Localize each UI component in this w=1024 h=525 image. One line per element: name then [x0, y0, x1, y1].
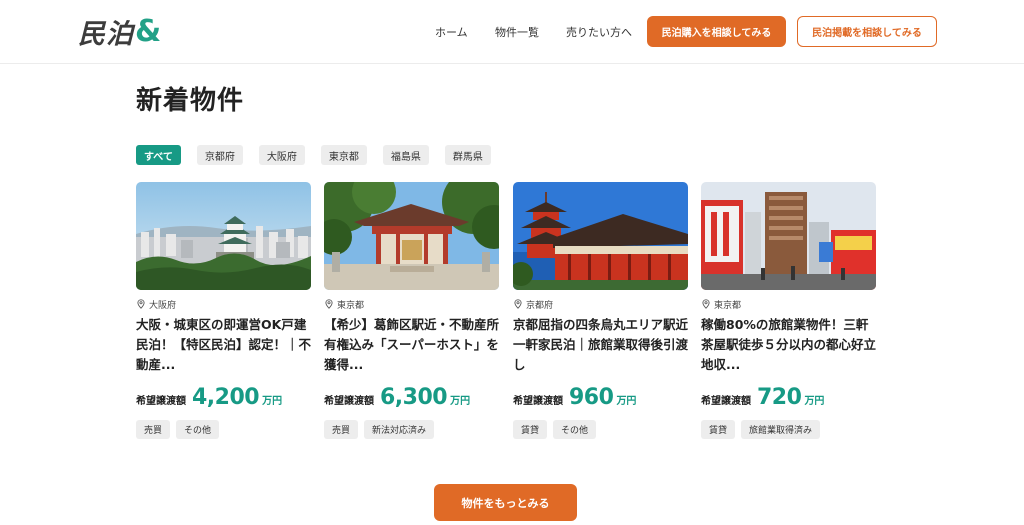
location-text: 東京都	[714, 300, 742, 311]
consult-listing-button[interactable]: 民泊掲載を相談してみる	[797, 16, 937, 47]
tag: 売買	[324, 420, 359, 439]
filter-kyoto[interactable]: 京都府	[196, 145, 243, 165]
shrine-photo	[324, 182, 499, 290]
listing-photo[interactable]	[513, 182, 688, 290]
price-value: 4,200	[192, 385, 260, 410]
listing-tags: 賃貸 その他	[513, 420, 688, 439]
nav-listings[interactable]: 物件一覧	[495, 24, 539, 40]
listing-tags: 売買 その他	[136, 420, 311, 439]
tag: 旅館業取得済み	[741, 420, 821, 439]
listing-card[interactable]: 東京都 【希少】葛飾区駅近・不動産所有権込み「スーパーホスト」を獲得... 希望…	[324, 182, 499, 439]
listing-location: 東京都	[701, 298, 876, 311]
price-label: 希望譲渡額	[324, 396, 374, 407]
price-label: 希望譲渡額	[136, 396, 186, 407]
map-pin-icon	[137, 299, 145, 309]
listing-location: 京都府	[513, 298, 688, 311]
listing-title[interactable]: 稼働80%の旅館業物件！三軒茶屋駅徒歩５分以内の都心好立地収...	[701, 315, 876, 375]
osaka-castle-photo	[136, 182, 311, 290]
price-row: 希望譲渡額 4,200 万円	[136, 385, 311, 411]
listing-card[interactable]: 大阪府 大阪・城東区の即運営OK戸建民泊！【特区民泊】認定！｜不動産... 希望…	[136, 182, 311, 439]
listing-card[interactable]: 東京都 稼働80%の旅館業物件！三軒茶屋駅徒歩５分以内の都心好立地収... 希望…	[701, 182, 876, 439]
listing-title[interactable]: 大阪・城東区の即運営OK戸建民泊！【特区民泊】認定！｜不動産...	[136, 315, 311, 375]
listing-photo[interactable]	[701, 182, 876, 290]
filter-osaka[interactable]: 大阪府	[258, 145, 305, 165]
listing-location: 大阪府	[136, 298, 311, 311]
street-photo	[701, 182, 876, 290]
price-value: 960	[569, 385, 614, 410]
logo[interactable]: 民泊 &	[78, 13, 163, 50]
listing-title[interactable]: 【希少】葛飾区駅近・不動産所有権込み「スーパーホスト」を獲得...	[324, 315, 499, 375]
listing-title[interactable]: 京都屈指の四条烏丸エリア駅近一軒家民泊｜旅館業取得後引渡し	[513, 315, 688, 375]
price-unit: 万円	[262, 396, 283, 407]
location-text: 東京都	[337, 300, 365, 311]
see-more-button[interactable]: 物件をもっとみる	[434, 484, 577, 521]
filter-chips: すべて 京都府 大阪府 東京都 福島県 群馬県	[136, 145, 507, 165]
tag: 新法対応済み	[364, 420, 435, 439]
map-pin-icon	[702, 299, 710, 309]
price-label: 希望譲渡額	[701, 396, 751, 407]
price-row: 希望譲渡額 720 万円	[701, 385, 876, 411]
listing-photo[interactable]	[324, 182, 499, 290]
location-text: 大阪府	[149, 300, 177, 311]
price-unit: 万円	[450, 396, 471, 407]
tag: その他	[176, 420, 220, 439]
kyoto-pagoda-photo	[513, 182, 688, 290]
price-row: 希望譲渡額 6,300 万円	[324, 385, 499, 411]
price-row: 希望譲渡額 960 万円	[513, 385, 688, 411]
tag: 賃貸	[513, 420, 548, 439]
listing-card[interactable]: 京都府 京都屈指の四条烏丸エリア駅近一軒家民泊｜旅館業取得後引渡し 希望譲渡額 …	[513, 182, 688, 439]
tag: 賃貸	[701, 420, 736, 439]
map-pin-icon	[514, 299, 522, 309]
price-value: 720	[757, 385, 802, 410]
tag: 売買	[136, 420, 171, 439]
nav-home[interactable]: ホーム	[435, 24, 468, 40]
price-value: 6,300	[380, 385, 448, 410]
listing-location: 東京都	[324, 298, 499, 311]
site-header: 民泊 & ホーム 物件一覧 売りたい方へ 民泊購入を相談してみる 民泊掲載を相談…	[0, 0, 1024, 64]
nav-sellers[interactable]: 売りたい方へ	[566, 24, 632, 40]
tag: その他	[553, 420, 597, 439]
listing-tags: 賃貸 旅館業取得済み	[701, 420, 876, 439]
consult-purchase-button[interactable]: 民泊購入を相談してみる	[647, 16, 786, 47]
price-label: 希望譲渡額	[513, 396, 563, 407]
filter-fukushima[interactable]: 福島県	[382, 145, 429, 165]
logo-amp: &	[135, 13, 163, 49]
map-pin-icon	[325, 299, 333, 309]
listing-tags: 売買 新法対応済み	[324, 420, 499, 439]
filter-all[interactable]: すべて	[136, 145, 181, 165]
price-unit: 万円	[804, 396, 825, 407]
location-text: 京都府	[526, 300, 554, 311]
logo-text: 民泊	[78, 18, 134, 50]
filter-tokyo[interactable]: 東京都	[320, 145, 367, 165]
filter-gunma[interactable]: 群馬県	[444, 145, 491, 165]
page-title: 新着物件	[136, 86, 245, 116]
listing-photo[interactable]	[136, 182, 311, 290]
price-unit: 万円	[616, 396, 637, 407]
